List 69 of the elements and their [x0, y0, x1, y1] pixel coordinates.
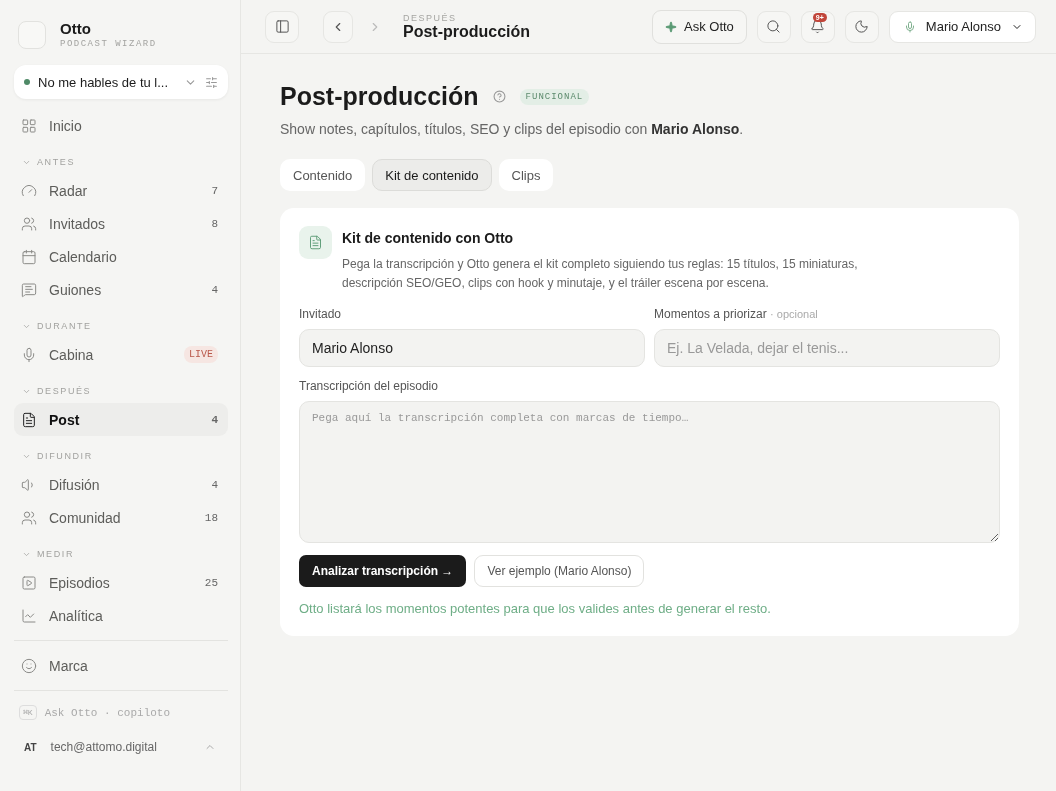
moments-input[interactable]: Ej. La Velada, dejar el tenis...: [654, 329, 1000, 367]
field-label: Invitado: [299, 307, 343, 321]
nav-item[interactable]: Invitados 8: [14, 207, 228, 240]
item-count: 7: [211, 184, 218, 197]
microphone-icon: [903, 20, 916, 33]
item-count: 18: [204, 511, 218, 524]
play-icon: [21, 574, 37, 591]
live-badge: LIVE: [184, 346, 218, 363]
nav-item[interactable]: Calendario: [14, 240, 228, 273]
sidebar-icon: [274, 19, 290, 34]
item-count: 4: [211, 413, 218, 426]
message-icon: [21, 281, 37, 298]
nav-item[interactable]: Comunidad 18: [14, 501, 228, 534]
status-tag: FUNCIONAL: [519, 88, 590, 105]
brand-subtitle: PODCAST WIZARD: [60, 39, 157, 49]
breadcrumb-section: DESPUÉS: [403, 12, 642, 23]
card-description: Pega la transcripción y Otto genera el kit completo siguiendo tus reglas: 15 títulos, 15 miniaturas, descripción SEO/GEO, clips con hook y minutaje, y el tráiler escena por escena.: [342, 256, 859, 292]
calendar-icon: [21, 248, 37, 265]
guest-input[interactable]: Mario Alonso: [299, 329, 645, 367]
moon-icon: [854, 19, 870, 34]
field-label: Transcripción del episodio: [299, 379, 439, 393]
transcript-input[interactable]: Pega aquí la transcripción completa con marcas de tiempo…: [299, 401, 1000, 543]
tab[interactable]: Clips: [498, 159, 554, 191]
sparkle-icon: [665, 20, 677, 33]
search-icon: [766, 19, 782, 34]
nav-item[interactable]: Marca: [14, 649, 228, 682]
tab[interactable]: Kit de contenido: [372, 159, 492, 191]
example-button[interactable]: Ver ejemplo (Mario Alonso): [474, 555, 645, 587]
guest-selector[interactable]: Mario Alonso: [888, 10, 1036, 43]
tab[interactable]: Contenido: [280, 159, 366, 191]
page-title: Post-producción: [280, 82, 479, 111]
sliders-icon: [205, 75, 218, 89]
nav-item[interactable]: Analítica: [14, 599, 228, 632]
nav-item[interactable]: Inicio: [14, 109, 228, 142]
document-icon: [299, 226, 332, 259]
nav-item[interactable]: Difusión 4: [14, 468, 228, 501]
nav-item[interactable]: Cabina LIVE: [14, 338, 228, 371]
nav-item[interactable]: Radar 7: [14, 174, 228, 207]
bell-icon: [810, 19, 826, 34]
nav-item[interactable]: Episodios 25: [14, 566, 228, 599]
sidebar-toggle-button[interactable]: [265, 10, 299, 43]
search-button[interactable]: [756, 10, 791, 43]
brand-name: Otto: [60, 20, 92, 37]
smile-icon: [21, 657, 37, 674]
back-button[interactable]: [323, 10, 353, 43]
grid-icon: [21, 117, 37, 134]
card-title: Kit de contenido con Otto: [342, 230, 515, 246]
ask-button[interactable]: Ask Otto: [652, 9, 747, 44]
page-heading: Post-producción: [403, 22, 532, 41]
item-count: 25: [204, 576, 218, 589]
field-label: Momentos a priorizar · opcional: [654, 307, 819, 321]
item-count: 4: [211, 478, 218, 491]
document-icon: [21, 411, 37, 428]
help-icon: [492, 90, 506, 103]
analyze-button[interactable]: Analizar transcripción →: [299, 555, 467, 587]
page-subtitle: Show notes, capítulos, títulos, SEO y clips del episodio con Mario Alonso.: [280, 121, 745, 137]
theme-button[interactable]: [844, 10, 879, 43]
podcast-selector[interactable]: No me hables de tu l...: [14, 65, 228, 99]
nav-item[interactable]: Guiones 4: [14, 273, 228, 306]
nav-item[interactable]: Post 4: [14, 403, 228, 436]
gauge-icon: [21, 182, 37, 199]
item-count: 4: [211, 283, 218, 296]
microphone-icon: [21, 346, 37, 363]
chart-icon: [21, 607, 37, 624]
user-menu[interactable]: AT tech@attomo.digital: [14, 726, 228, 754]
users-icon: [21, 509, 37, 526]
item-count: 8: [211, 217, 218, 230]
hint-text: Otto listará los momentos potentes para que los valides antes de generar el resto.: [299, 601, 772, 616]
users-icon: [21, 215, 37, 232]
